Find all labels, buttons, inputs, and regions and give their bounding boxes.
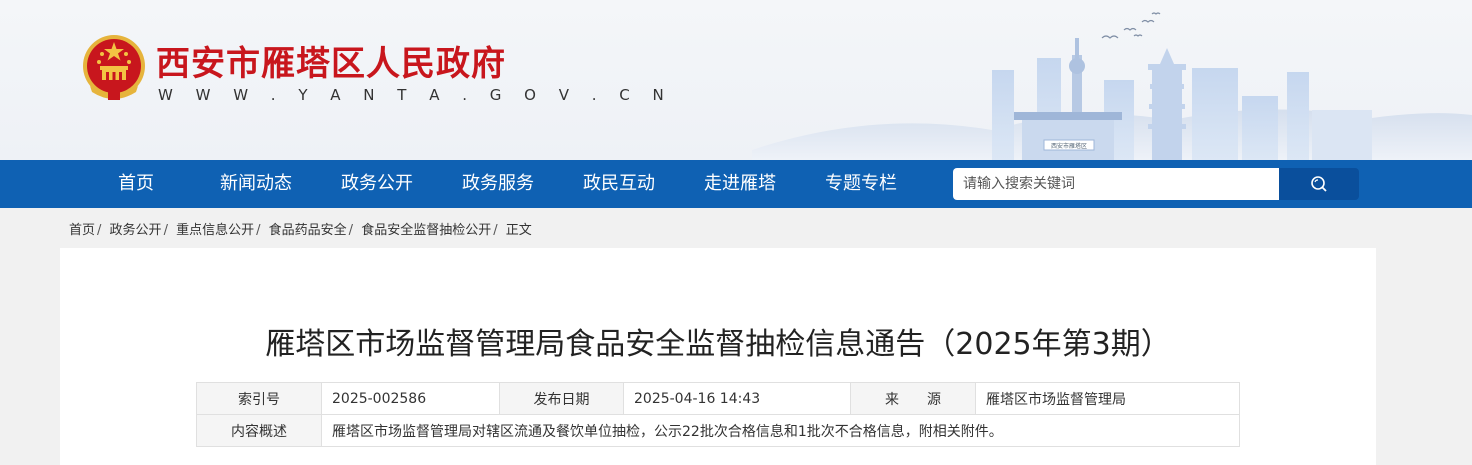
nav-item-public-interaction[interactable]: 政民互动 bbox=[583, 160, 655, 208]
breadcrumb-separator: / bbox=[163, 223, 168, 238]
nav-item-gov-affairs-disclosure[interactable]: 政务公开 bbox=[341, 160, 413, 208]
date-label: 发布日期 bbox=[499, 382, 624, 415]
breadcrumb-separator: / bbox=[256, 223, 261, 238]
source-label: 来 源 bbox=[850, 382, 976, 415]
nav-item-about-yanta[interactable]: 走进雁塔 bbox=[704, 160, 776, 208]
summary-label: 内容概述 bbox=[196, 414, 322, 447]
breadcrumb-current: 正文 bbox=[505, 223, 532, 238]
search-input[interactable] bbox=[953, 168, 1279, 200]
gate-seal-text: 西安市雁塔区 bbox=[1051, 142, 1087, 150]
article-meta-table: 索引号 2025-002586 发布日期 2025-04-16 14:43 来 … bbox=[196, 382, 1240, 447]
breadcrumb: 首页 / 政务公开 / 重点信息公开 / 食品药品安全 / 食品安全监督抽检公开 / 正文 bbox=[69, 219, 532, 238]
search-button[interactable] bbox=[1279, 168, 1359, 200]
meta-row: 索引号 2025-002586 发布日期 2025-04-16 14:43 来 … bbox=[196, 382, 1240, 415]
breadcrumb-key-info[interactable]: 重点信息公开 bbox=[176, 223, 254, 238]
nav-item-home[interactable]: 首页 bbox=[118, 160, 154, 208]
site-url: W W W . Y A N T A . G O V . C N bbox=[158, 86, 673, 104]
meta-row: 内容概述 雁塔区市场监督管理局对辖区流通及餐饮单位抽检，公示22批次合格信息和1… bbox=[196, 414, 1240, 447]
breadcrumb-gov-affairs-disclosure[interactable]: 政务公开 bbox=[110, 223, 162, 238]
breadcrumb-home[interactable]: 首页 bbox=[69, 223, 95, 238]
site-header: 西安市雁塔区人民政府 W W W . Y A N T A . G O V . C… bbox=[0, 0, 1472, 160]
article-title: 雁塔区市场监督管理局食品安全监督抽检信息通告（2025年第3期） bbox=[265, 327, 1171, 362]
index-value: 2025-002586 bbox=[321, 382, 500, 415]
breadcrumb-separator: / bbox=[493, 223, 498, 238]
nav-item-special-topics[interactable]: 专题专栏 bbox=[825, 160, 897, 208]
breadcrumb-separator: / bbox=[97, 223, 102, 238]
city-skyline-illustration: 西安市雁塔区 bbox=[752, 12, 1472, 160]
summary-value: 雁塔区市场监督管理局对辖区流通及餐饮单位抽检，公示22批次合格信息和1批次不合格… bbox=[321, 414, 1240, 447]
national-emblem-icon[interactable] bbox=[80, 32, 148, 102]
date-value: 2025-04-16 14:43 bbox=[623, 382, 851, 415]
nav-item-gov-services[interactable]: 政务服务 bbox=[462, 160, 534, 208]
site-title[interactable]: 西安市雁塔区人民政府 bbox=[156, 36, 506, 85]
nav-item-news[interactable]: 新闻动态 bbox=[220, 160, 292, 208]
breadcrumb-food-inspection[interactable]: 食品安全监督抽检公开 bbox=[361, 223, 491, 238]
source-value: 雁塔区市场监督管理局 bbox=[975, 382, 1240, 415]
breadcrumb-separator: / bbox=[348, 223, 354, 238]
breadcrumb-food-drug-safety[interactable]: 食品药品安全 bbox=[269, 223, 347, 238]
index-label: 索引号 bbox=[196, 382, 322, 415]
search-icon bbox=[1311, 176, 1327, 192]
